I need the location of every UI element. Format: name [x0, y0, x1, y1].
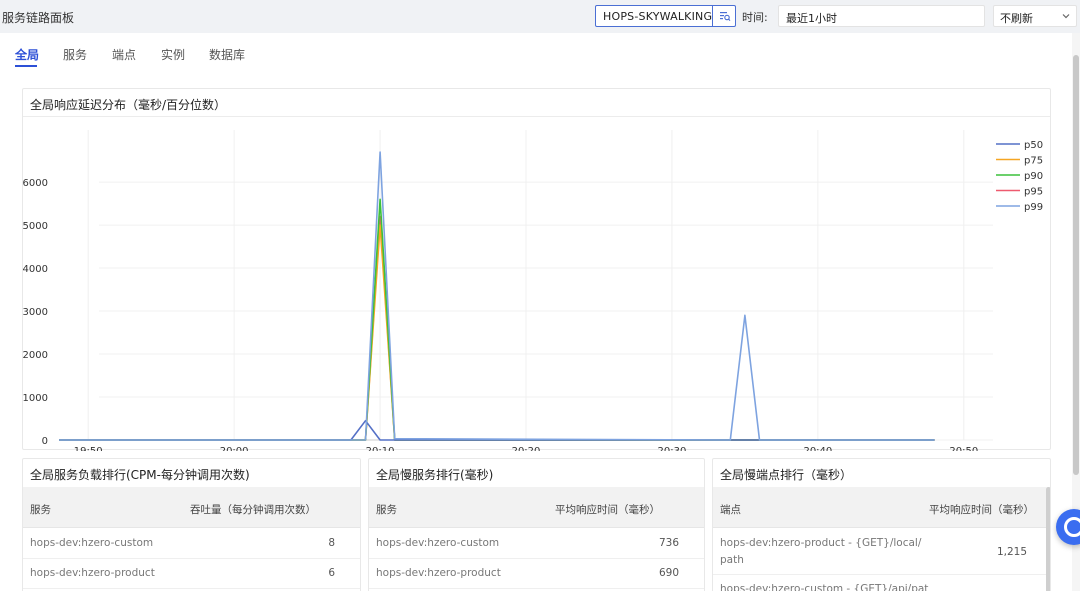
tab-service[interactable]: 服务	[63, 46, 87, 63]
column-header-avg-response: 平均响应时间（毫秒）	[555, 504, 660, 516]
tab-global[interactable]: 全局	[15, 46, 39, 63]
slow-services-title: 全局慢服务排行(毫秒)	[376, 468, 494, 482]
main-content: 全局 服务 端点 实例 数据库 全局响应延迟分布（毫秒/百分位数） 0 1000 2…	[0, 33, 1072, 591]
y-tick-label: 0	[42, 436, 48, 447]
panel-scrollbar[interactable]	[1046, 487, 1050, 591]
y-tick-label: 2000	[23, 350, 48, 361]
service-load-title: 全局服务负载排行(CPM-每分钟调用次数)	[30, 468, 250, 482]
x-tick-label: 20:10	[366, 446, 395, 451]
slow-endpoints-title: 全局慢端点排行（毫秒）	[720, 468, 853, 482]
row-endpoint-name: hops-dev:hzero-custom - {GET}/api/pat	[720, 583, 929, 591]
slow-endpoints-panel: 全局慢端点排行（毫秒） 端点 平均响应时间（毫秒） hops-dev:hzero…	[712, 458, 1051, 591]
slow-services-header: 服务 平均响应时间（毫秒）	[369, 487, 704, 528]
series-line-p50	[59, 419, 935, 441]
x-tick-label: 20:40	[803, 446, 832, 451]
slow-endpoints-header: 端点 平均响应时间（毫秒）	[713, 487, 1050, 528]
row-endpoint-name-cont: path	[720, 554, 744, 566]
time-range-picker[interactable]: 最近1小时	[778, 5, 985, 27]
service-selector[interactable]: HOPS-SKYWALKING	[595, 5, 736, 27]
table-row[interactable]: hops-dev:hzero-custom - {GET}/api/pat	[713, 575, 1050, 591]
y-tick-label: 5000	[23, 221, 48, 232]
time-label: 时间:	[742, 11, 768, 24]
x-tick-label: 19:50	[74, 446, 103, 451]
assistant-icon	[1064, 517, 1080, 537]
y-tick-label: 4000	[23, 264, 48, 275]
service-load-panel: 全局服务负载排行(CPM-每分钟调用次数) 服务 吞吐量（每分钟调用次数） ho…	[22, 458, 361, 591]
service-load-header: 服务 吞吐量（每分钟调用次数）	[23, 487, 360, 528]
table-row[interactable]: hops-dev:hzero-product 690	[369, 559, 704, 589]
column-header-throughput: 吞吐量（每分钟调用次数）	[190, 504, 316, 516]
legend-label-p90: p90	[1024, 171, 1043, 182]
row-service-name: hops-dev:hzero-custom	[30, 537, 154, 549]
service-selector-value: HOPS-SKYWALKING	[603, 10, 713, 23]
tab-endpoint[interactable]: 端点	[112, 46, 136, 63]
chevron-down-icon	[1062, 14, 1070, 19]
row-value: 6	[328, 567, 335, 579]
row-endpoint-name: hops-dev:hzero-product - {GET}/local/	[720, 537, 922, 549]
table-row[interactable]: hops-dev:hzero-product 6	[23, 559, 360, 589]
tab-bar: 全局 服务 端点 实例 数据库	[0, 33, 1072, 73]
legend-label-p99: p99	[1024, 202, 1043, 213]
column-header-avg-response: 平均响应时间（毫秒）	[929, 504, 1034, 516]
refresh-select[interactable]: 不刷新	[993, 5, 1077, 27]
latency-chart-card: 全局响应延迟分布（毫秒/百分位数） 0 1000 2000 3000 4000 5000 6…	[22, 88, 1052, 451]
time-range-value: 最近1小时	[786, 12, 837, 25]
top-bar: 服务链路面板 HOPS-SKYWALKING 时间: 最近1小时 不刷新	[0, 0, 1080, 33]
page-scrollbar[interactable]	[1072, 33, 1080, 591]
page-title: 服务链路面板	[2, 11, 75, 25]
row-service-name: hops-dev:hzero-product	[30, 567, 155, 579]
series-line-p95	[59, 215, 935, 441]
row-value: 690	[658, 567, 679, 579]
row-service-name: hops-dev:hzero-custom	[376, 537, 500, 549]
x-tick-label: 20:00	[220, 446, 249, 451]
table-row[interactable]: hops-dev:hzero-product - {GET}/local/ pa…	[713, 529, 1050, 575]
y-tick-label: 6000	[23, 178, 48, 189]
series-line-p90	[59, 198, 935, 441]
x-tick-label: 20:30	[658, 446, 687, 451]
x-tick-label: 20:20	[512, 446, 541, 451]
latency-chart[interactable]: 010002000300040005000600019:50Jan 26, 20…	[23, 89, 1052, 451]
page-scrollbar-thumb[interactable]	[1073, 55, 1079, 475]
row-value: 8	[328, 537, 335, 549]
table-row[interactable]: hops-dev:hzero-custom 736	[369, 529, 704, 559]
legend-label-p75: p75	[1024, 156, 1043, 167]
series-line-p75	[59, 224, 935, 441]
filter-search-icon	[719, 12, 730, 21]
legend-label-p50: p50	[1024, 140, 1043, 151]
y-tick-label: 1000	[23, 393, 48, 404]
x-tick-label: 20:50	[949, 446, 978, 451]
column-header-service: 服务	[30, 504, 51, 516]
row-service-name: hops-dev:hzero-product	[376, 567, 501, 579]
table-row[interactable]: hops-dev:hzero-custom 8	[23, 529, 360, 559]
row-value: 1,215	[996, 546, 1027, 558]
legend-label-p95: p95	[1024, 187, 1043, 198]
tab-database[interactable]: 数据库	[209, 46, 245, 63]
service-search-button[interactable]	[713, 6, 736, 26]
column-header-service: 服务	[376, 504, 397, 516]
tab-instance[interactable]: 实例	[161, 46, 185, 63]
y-tick-label: 3000	[23, 307, 48, 318]
row-value: 736	[658, 537, 679, 549]
active-tab-indicator	[15, 65, 37, 67]
column-header-endpoint: 端点	[720, 504, 741, 516]
refresh-select-value: 不刷新	[1000, 12, 1033, 25]
slow-services-panel: 全局慢服务排行(毫秒) 服务 平均响应时间（毫秒） hops-dev:hzero…	[368, 458, 705, 591]
